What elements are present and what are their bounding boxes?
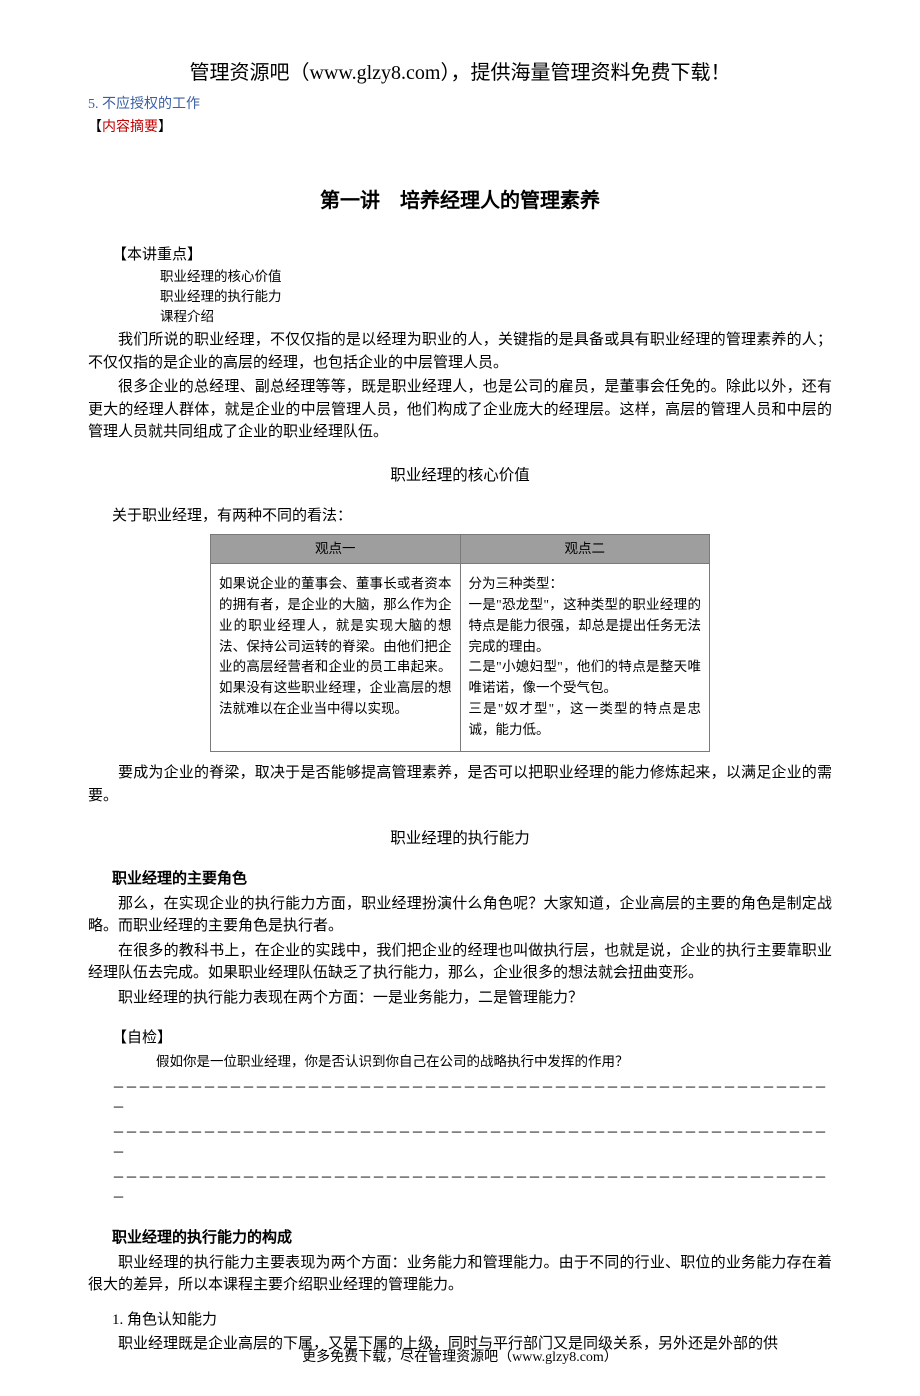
self-check-body: 假如你是一位职业经理，你是否认识到你自己在公司的战略执行中发挥的作用？ bbox=[156, 1052, 832, 1072]
self-check-label: 【自检】 bbox=[112, 1027, 832, 1050]
body-paragraph: 那么，在实现企业的执行能力方面，职业经理扮演什么角色呢？大家知道，企业高层的主要… bbox=[88, 893, 832, 938]
body-paragraph: 在很多的教科书上，在企业的实践中，我们把企业的经理也叫做执行层，也就是说，企业的… bbox=[88, 940, 832, 985]
section-intro: 关于职业经理，有两种不同的看法： bbox=[112, 505, 832, 528]
body-paragraph: 职业经理的执行能力表现在两个方面：一是业务能力，二是管理能力？ bbox=[88, 987, 832, 1010]
body-paragraph: 我们所说的职业经理，不仅仅指的是以经理为职业的人，关键指的是具备或具有职业经理的… bbox=[88, 329, 832, 374]
body-paragraph: 职业经理的执行能力主要表现为两个方面：业务能力和管理能力。由于不同的行业、职位的… bbox=[88, 1252, 832, 1297]
tag-text: 内容摘要 bbox=[102, 120, 158, 135]
table-header-row: 观点一 观点二 bbox=[211, 534, 710, 563]
table-cell: 分为三种类型： 一是"恐龙型"，这种类型的职业经理的特点是能力很强，却总是提出任… bbox=[460, 563, 710, 751]
section-title: 职业经理的执行能力 bbox=[88, 827, 832, 850]
viewpoints-table: 观点一 观点二 如果说企业的董事会、董事长或者资本的拥有者，是企业的大脑，那么作… bbox=[210, 534, 710, 753]
sub-heading: 职业经理的主要角色 bbox=[112, 868, 832, 891]
keypoints-list: 职业经理的核心价值 职业经理的执行能力 课程介绍 bbox=[160, 267, 832, 328]
bracket-close: 】 bbox=[158, 120, 172, 135]
document-page: 管理资源吧（www.glzy8.com），提供海量管理资料免费下载！ 5. 不应… bbox=[0, 0, 920, 1396]
lecture-title: 第一讲 培养经理人的管理素养 bbox=[88, 186, 832, 216]
keypoint-item: 课程介绍 bbox=[160, 307, 832, 327]
blank-line: －－－－－－－－－－－－－－－－－－－－－－－－－－－－－－－－－－－－－－－－… bbox=[112, 1123, 832, 1162]
keypoint-item: 职业经理的核心价值 bbox=[160, 267, 832, 287]
bracket-open: 【 bbox=[88, 120, 102, 135]
keypoints-label: 【本讲重点】 bbox=[112, 244, 832, 267]
table-header-cell: 观点一 bbox=[211, 534, 461, 563]
keypoint-item: 职业经理的执行能力 bbox=[160, 287, 832, 307]
table-row: 如果说企业的董事会、董事长或者资本的拥有者，是企业的大脑，那么作为企业的职业经理… bbox=[211, 563, 710, 751]
body-paragraph: 要成为企业的脊梁，取决于是否能够提高管理素养，是否可以把职业经理的能力修炼起来，… bbox=[88, 762, 832, 807]
toc-link[interactable]: 5. 不应授权的工作 bbox=[88, 94, 832, 115]
section-title: 职业经理的核心价值 bbox=[88, 464, 832, 487]
content-summary-tag: 【内容摘要】 bbox=[88, 117, 832, 138]
page-footer: 更多免费下载，尽在管理资源吧（www.glzy8.com） bbox=[0, 1347, 920, 1368]
numbered-heading: 1. 角色认知能力 bbox=[112, 1309, 832, 1332]
page-header: 管理资源吧（www.glzy8.com），提供海量管理资料免费下载！ bbox=[88, 58, 832, 88]
table-header-cell: 观点二 bbox=[460, 534, 710, 563]
blank-line: －－－－－－－－－－－－－－－－－－－－－－－－－－－－－－－－－－－－－－－－… bbox=[112, 1168, 832, 1207]
table-cell: 如果说企业的董事会、董事长或者资本的拥有者，是企业的大脑，那么作为企业的职业经理… bbox=[211, 563, 461, 751]
body-paragraph: 很多企业的总经理、副总经理等等，既是职业经理人，也是公司的雇员，是董事会任免的。… bbox=[88, 376, 832, 444]
sub-heading: 职业经理的执行能力的构成 bbox=[112, 1227, 832, 1250]
blank-line: －－－－－－－－－－－－－－－－－－－－－－－－－－－－－－－－－－－－－－－－… bbox=[112, 1078, 832, 1117]
